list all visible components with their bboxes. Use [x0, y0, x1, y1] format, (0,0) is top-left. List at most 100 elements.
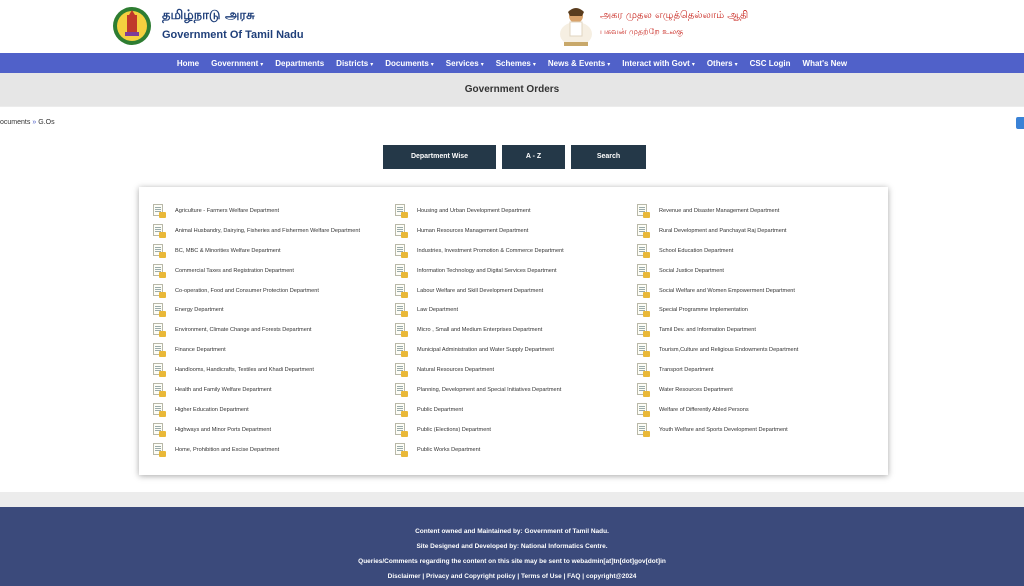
document-icon: [153, 343, 166, 358]
nav-item-news-events[interactable]: News & Events ▾: [542, 59, 616, 68]
caret-down-icon: ▾: [734, 61, 738, 68]
document-icon: [637, 263, 650, 278]
document-icon: [153, 402, 166, 417]
caret-down-icon: ▾: [260, 61, 264, 68]
footer-links: Disclaimer | Privacy and Copyright polic…: [0, 569, 1024, 584]
department-label: Public Works Department: [417, 446, 481, 453]
department-link[interactable]: Special Programme Implementation: [637, 300, 798, 320]
department-link[interactable]: Energy Department: [153, 300, 360, 320]
site-header: தமிழ்நாடு அரசு Government Of Tamil Nadu …: [0, 0, 1024, 53]
breadcrumb-current: G.Os: [38, 119, 55, 126]
department-link[interactable]: Environment, Climate Change and Forests …: [153, 320, 360, 340]
department-link[interactable]: Health and Family Welfare Department: [153, 380, 360, 400]
department-link[interactable]: Industries, Investment Promotion & Comme…: [395, 241, 564, 261]
department-label: Transport Department: [659, 367, 714, 374]
search-button[interactable]: Search: [571, 145, 646, 169]
department-link[interactable]: Natural Resources Department: [395, 360, 564, 380]
nav-item-csc-login[interactable]: CSC Login: [744, 59, 797, 68]
government-title[interactable]: தமிழ்நாடு அரசு Government Of Tamil Nadu: [162, 8, 304, 41]
department-label: Micro , Small and Medium Enterprises Dep…: [417, 327, 543, 334]
department-link[interactable]: Municipal Administration and Water Suppl…: [395, 340, 564, 360]
nav-item-services[interactable]: Services ▾: [440, 59, 490, 68]
document-icon: [395, 382, 408, 397]
department-link[interactable]: Public Department: [395, 400, 564, 420]
document-icon: [395, 442, 408, 457]
department-link[interactable]: Human Resources Management Department: [395, 221, 564, 241]
document-icon: [637, 402, 650, 417]
nav-item-label: Schemes: [495, 58, 531, 68]
department-label: Special Programme Implementation: [659, 307, 748, 314]
footer-link-privacy-and-copyright-policy[interactable]: Privacy and Copyright policy: [426, 573, 516, 580]
nav-item-documents[interactable]: Documents ▾: [379, 59, 440, 68]
nav-item-interact-with-govt[interactable]: Interact with Govt ▾: [616, 59, 701, 68]
department-label: School Education Department: [659, 247, 734, 254]
document-icon: [395, 323, 408, 338]
document-icon: [395, 203, 408, 218]
footer-queries: Queries/Comments regarding the content o…: [358, 558, 666, 565]
nav-item-home[interactable]: Home: [171, 59, 205, 68]
department-label: Animal Husbandry, Dairying, Fisheries an…: [175, 227, 361, 234]
caret-down-icon: ▾: [607, 61, 611, 68]
footer-link-disclaimer[interactable]: Disclaimer: [388, 573, 421, 580]
department-link[interactable]: Public (Elections) Department: [395, 420, 564, 440]
department-link[interactable]: Higher Education Department: [153, 400, 360, 420]
department-link[interactable]: Home, Prohibition and Excise Department: [153, 440, 360, 460]
nav-item-others[interactable]: Others ▾: [701, 59, 744, 68]
department-link[interactable]: Social Welfare and Women Empowerment Dep…: [637, 281, 798, 301]
department-link[interactable]: Social Justice Department: [637, 261, 798, 281]
department-label: Human Resources Management Department: [417, 227, 529, 234]
department-link[interactable]: Micro , Small and Medium Enterprises Dep…: [395, 320, 564, 340]
department-link[interactable]: Welfare of Differently Abled Persons: [637, 400, 798, 420]
thiruvalluvar-image: [560, 8, 592, 46]
department-link[interactable]: Water Resources Department: [637, 380, 798, 400]
nav-item-label: Others: [706, 58, 733, 68]
department-link[interactable]: Agriculture - Farmers Welfare Department: [153, 201, 360, 221]
nav-item-schemes[interactable]: Schemes ▾: [490, 59, 542, 68]
department-link[interactable]: Law Department: [395, 300, 564, 320]
edit-icon[interactable]: [1016, 117, 1024, 129]
department-link[interactable]: Co-operation, Food and Consumer Protecti…: [153, 281, 360, 301]
footer-link-terms-of-use[interactable]: Terms of Use: [521, 573, 562, 580]
department-link[interactable]: Rural Development and Panchayat Raj Depa…: [637, 221, 798, 241]
a-z-button[interactable]: A - Z: [502, 145, 565, 169]
document-icon: [637, 303, 650, 318]
department-link[interactable]: School Education Department: [637, 241, 798, 261]
department-link[interactable]: Tourism,Culture and Religious Endowments…: [637, 340, 798, 360]
department-label: Social Welfare and Women Empowerment Dep…: [659, 287, 795, 294]
document-icon: [395, 223, 408, 238]
thirukkural-quote: அகர முதல எழுத்தெல்லாம் ஆதி பகவன் முதற்றே…: [600, 10, 748, 37]
footer-link-faq[interactable]: FAQ: [567, 573, 580, 580]
document-icon: [395, 363, 408, 378]
document-icon: [637, 223, 650, 238]
department-link[interactable]: Handlooms, Handicrafts, Textiles and Kha…: [153, 360, 360, 380]
nav-item-what-s-new[interactable]: What's New: [797, 59, 854, 68]
document-icon: [395, 343, 408, 358]
department-label: Public Department: [417, 406, 464, 413]
department-link[interactable]: Commercial Taxes and Registration Depart…: [153, 261, 360, 281]
department-list-card: Agriculture - Farmers Welfare Department…: [139, 187, 888, 475]
department-link[interactable]: Highways and Minor Ports Department: [153, 420, 360, 440]
department-link[interactable]: Revenue and Disaster Management Departme…: [637, 201, 798, 221]
nav-item-departments[interactable]: Departments: [269, 59, 330, 68]
tn-emblem-icon[interactable]: [112, 6, 152, 46]
footer-link-copyright-2024[interactable]: copyright@2024: [586, 573, 636, 580]
department-link[interactable]: Information Technology and Digital Servi…: [395, 261, 564, 281]
department-label: Welfare of Differently Abled Persons: [659, 406, 749, 413]
department-link[interactable]: BC, MBC & Minorities Welfare Department: [153, 241, 360, 261]
nav-item-label: News & Events: [547, 58, 606, 68]
nav-item-districts[interactable]: Districts ▾: [330, 59, 379, 68]
department-link[interactable]: Finance Department: [153, 340, 360, 360]
site-footer: Content owned and Maintained by: Governm…: [0, 507, 1024, 586]
department-link[interactable]: Youth Welfare and Sports Development Dep…: [637, 420, 798, 440]
department-link[interactable]: Tamil Dev. and Information Department: [637, 320, 798, 340]
department-link[interactable]: Transport Department: [637, 360, 798, 380]
department-link[interactable]: Animal Husbandry, Dairying, Fisheries an…: [153, 221, 360, 241]
department-link[interactable]: Housing and Urban Development Department: [395, 201, 564, 221]
department-link[interactable]: Planning, Development and Special Initia…: [395, 380, 564, 400]
department-link[interactable]: Labour Welfare and Skill Development Dep…: [395, 281, 564, 301]
nav-item-label: Departments: [275, 58, 325, 68]
nav-item-government[interactable]: Government ▾: [205, 59, 269, 68]
department-wise-button[interactable]: Department Wise: [383, 145, 496, 169]
breadcrumb-documents-link[interactable]: ocuments: [0, 119, 30, 126]
department-link[interactable]: Public Works Department: [395, 440, 564, 460]
